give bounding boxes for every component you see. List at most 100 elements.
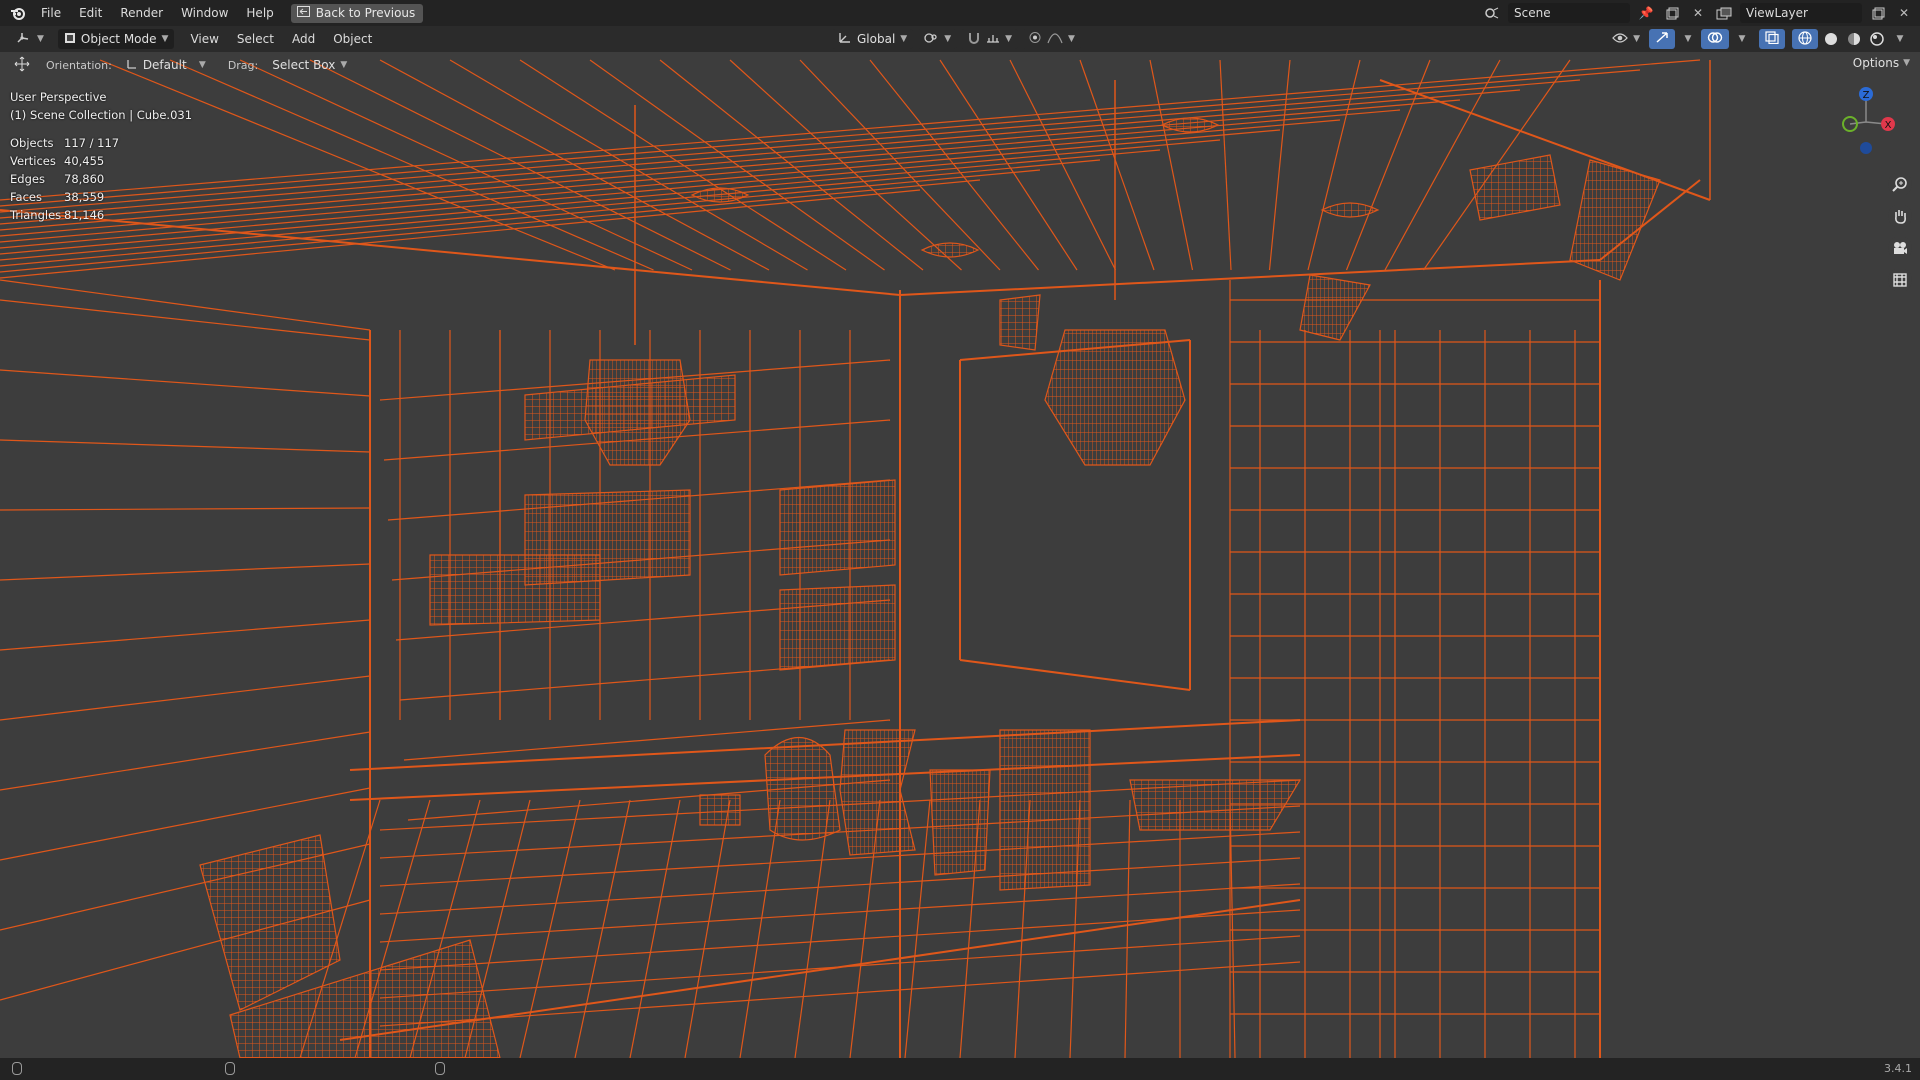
stat-value: 38,559 <box>64 190 105 204</box>
close-viewlayer-icon[interactable]: ✕ <box>1894 3 1914 23</box>
topbar-right: Scene 📌 ✕ ViewLayer ✕ <box>1482 3 1914 23</box>
scene-icon[interactable] <box>1482 3 1502 23</box>
new-viewlayer-icon[interactable] <box>1868 3 1888 23</box>
ceiling-light <box>1320 202 1380 218</box>
menu-edit[interactable]: Edit <box>70 0 111 26</box>
version-label: 3.4.1 <box>1884 1062 1912 1075</box>
solid-shading-icon[interactable] <box>1821 29 1841 49</box>
chevron-down-icon: ▼ <box>161 34 169 44</box>
stat-label: Vertices <box>10 154 56 168</box>
proportional-editing[interactable]: ▼ <box>1022 29 1081 49</box>
menu-render[interactable]: Render <box>111 0 172 26</box>
kettle <box>764 736 841 841</box>
shading-dropdown-icon[interactable]: ▼ <box>1890 29 1910 49</box>
stat-row: Triangles 81,146 <box>10 206 192 224</box>
orientation-dropdown[interactable]: Default ▼ <box>120 55 212 75</box>
object-mode-dropdown[interactable]: Object Mode ▼ <box>57 29 175 49</box>
drag-dropdown[interactable]: Select Box ▼ <box>266 55 353 75</box>
navigation-buttons <box>1888 172 1912 292</box>
chevron-down-icon: ▼ <box>1903 58 1910 68</box>
grid-icon[interactable] <box>1888 268 1912 292</box>
overlay-toggle[interactable] <box>1701 29 1729 49</box>
scene-stats: Objects 117 / 117 Vertices 40,455 Edges 78,… <box>10 134 192 224</box>
xray-toggle[interactable] <box>1759 29 1785 49</box>
visibility-icon <box>1612 32 1628 47</box>
stat-label: Objects <box>10 136 54 150</box>
proportional-icon <box>1028 31 1042 47</box>
snap-toggle[interactable]: ▼ <box>961 29 1019 49</box>
options-button[interactable]: Options ▼ <box>1853 56 1910 70</box>
menu-help[interactable]: Help <box>237 0 282 26</box>
coffee-bag <box>999 729 1091 891</box>
back-to-previous-label: Back to Previous <box>315 6 416 20</box>
camera-icon[interactable] <box>1888 236 1912 260</box>
menu-file[interactable]: File <box>32 0 70 26</box>
chevron-down-icon: ▼ <box>1005 34 1013 44</box>
zoom-icon[interactable] <box>1888 172 1912 196</box>
editor-type-group: ▼ Object Mode ▼ View Select Add Object <box>10 29 380 49</box>
pan-hand-icon[interactable] <box>1888 204 1912 228</box>
spot-light <box>999 294 1041 351</box>
visibility-dropdown[interactable]: ▼ <box>1606 29 1646 49</box>
xray-icon <box>1765 31 1779 47</box>
viewport-display-controls: ▼ ▼ ▼ ▼ <box>1606 29 1910 49</box>
object-mode-label: Object Mode <box>80 32 157 46</box>
wireframe-scene <box>0 59 1711 1058</box>
pivot-dropdown[interactable]: ▼ <box>917 29 958 49</box>
stat-value: 81,146 <box>64 208 105 222</box>
stat-row: Vertices 40,455 <box>10 152 192 170</box>
transform-orientation-dropdown[interactable]: Global ▼ <box>832 29 914 49</box>
stat-value: 117 / 117 <box>64 136 120 150</box>
transform-orientation-label: Global <box>857 32 896 46</box>
chevron-down-icon: ▼ <box>944 34 952 44</box>
back-icon <box>296 6 310 20</box>
orientation-label: Orientation: <box>46 58 112 72</box>
status-bar: 3.4.1 <box>0 1058 1920 1080</box>
viewlayer-icon[interactable] <box>1714 3 1734 23</box>
coffee-machine <box>429 554 601 626</box>
move-tool-icon[interactable] <box>14 56 30 75</box>
pendant-lamp <box>1044 329 1186 466</box>
orientation-value: Default <box>142 58 187 72</box>
menu-window[interactable]: Window <box>172 0 237 26</box>
options-label: Options <box>1852 56 1900 70</box>
menu-view[interactable]: View <box>182 32 226 46</box>
transform-controls: Global ▼ ▼ ▼ ▼ <box>832 29 1081 49</box>
chevron-down-icon: ▼ <box>900 34 908 44</box>
scene-field[interactable]: Scene <box>1508 3 1630 23</box>
menu-object[interactable]: Object <box>325 32 380 46</box>
spot-light <box>1299 274 1371 341</box>
material-shading-icon[interactable] <box>1844 29 1864 49</box>
gizmo-toggle[interactable] <box>1649 29 1675 49</box>
tool-header: Orientation: Default ▼ Drag: Select Box … <box>0 52 1920 78</box>
spot-light <box>1469 154 1561 221</box>
stat-row: Edges 78,860 <box>10 170 192 188</box>
falloff-icon <box>1047 31 1063 47</box>
rendered-shading-icon[interactable] <box>1867 29 1887 49</box>
editor-type-dropdown[interactable]: ▼ <box>10 29 50 49</box>
blender-logo-icon[interactable] <box>8 3 28 23</box>
back-to-previous-button[interactable]: Back to Previous <box>290 3 424 23</box>
new-icon[interactable] <box>1662 3 1682 23</box>
wireframe-shading-icon <box>1798 30 1812 48</box>
viewlayer-name: ViewLayer <box>1746 6 1808 20</box>
chevron-down-icon: ▼ <box>37 34 44 44</box>
object-mode-icon <box>64 32 76 47</box>
navigation-gizmo[interactable]: Z X <box>1832 82 1898 162</box>
3d-viewport[interactable]: Orientation: Default ▼ Drag: Select Box … <box>0 52 1920 1058</box>
tray <box>1129 779 1302 831</box>
viewlayer-field[interactable]: ViewLayer <box>1740 3 1862 23</box>
wireframe-shading-button[interactable] <box>1792 29 1818 49</box>
menu-select[interactable]: Select <box>229 32 282 46</box>
overlay-dropdown-icon[interactable]: ▼ <box>1732 29 1752 49</box>
orientation-icon <box>126 58 138 73</box>
mouse-left-icon <box>12 1062 22 1075</box>
main-menu: File Edit Render Window Help <box>32 0 283 26</box>
gizmo-dropdown-icon[interactable]: ▼ <box>1678 29 1698 49</box>
scene-name: Scene <box>1514 6 1551 20</box>
chevron-down-icon: ▼ <box>340 60 348 70</box>
close-icon[interactable]: ✕ <box>1688 3 1708 23</box>
snap-increment-icon <box>986 31 1000 47</box>
menu-add[interactable]: Add <box>284 32 323 46</box>
pin-icon[interactable]: 📌 <box>1636 3 1656 23</box>
